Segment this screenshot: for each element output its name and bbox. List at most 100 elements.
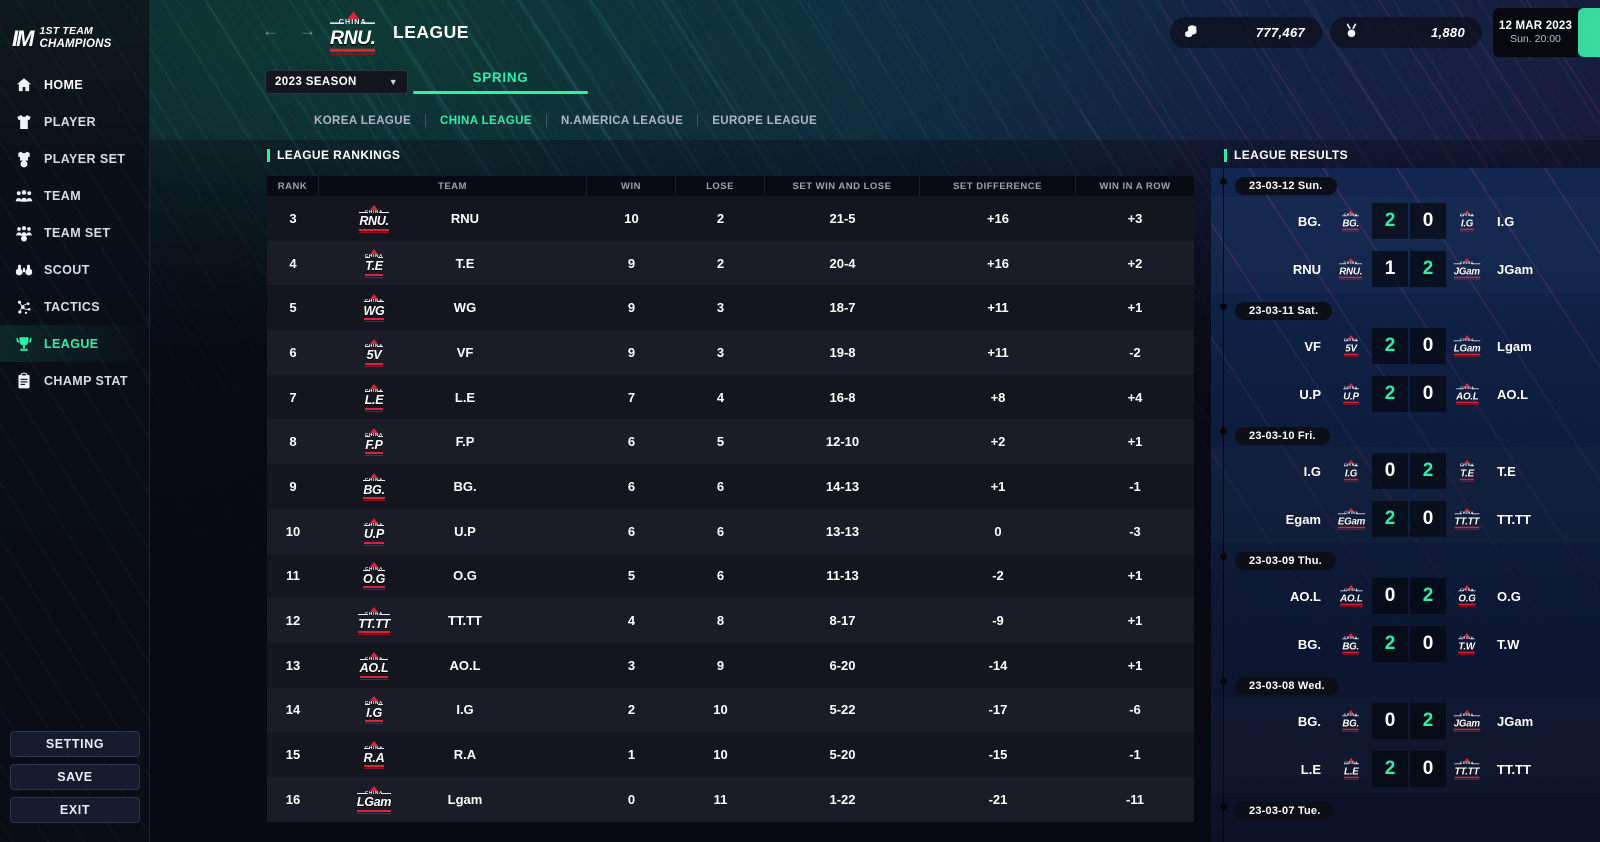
cell-lose: 8 (716, 613, 725, 629)
sidebar-item-tactics[interactable]: TACTICS (0, 288, 149, 325)
tab-n-america-league[interactable]: N.AMERICA LEAGUE (547, 115, 697, 127)
cell-team-name: VF (456, 344, 474, 360)
table-row[interactable]: 7 CHINA L.E L.E 7 4 16-8 +8 +4 (267, 374, 1194, 420)
cell-win: 3 (627, 657, 636, 673)
table-row[interactable]: 10 CHINA U.P U.P 6 6 13-13 0 -3 (267, 508, 1194, 554)
season-select[interactable]: 2023 SEASON ▼ (265, 70, 408, 94)
cell-win-in-a-row: -1 (1129, 478, 1141, 494)
table-row[interactable]: 8 CHINA F.P F.P 6 5 12-10 +2 +1 (267, 419, 1194, 465)
cell-lose: 10 (713, 702, 728, 718)
table-row[interactable]: 13 CHINA AO.L AO.L 3 9 6-20 -14 +1 (267, 642, 1194, 688)
cell-team-name: Lgam (447, 791, 483, 807)
cell-win: 4 (627, 613, 636, 629)
sidebar-item-label: HOME (44, 77, 84, 92)
match-home-name: I.G (1303, 463, 1321, 479)
cell-win-in-a-row: +1 (1127, 300, 1143, 316)
cell-team: CHINA O.G O.G (319, 561, 587, 591)
cell-rank: 11 (286, 568, 300, 584)
logo-team-name: L.E (364, 393, 384, 408)
forward-arrow-icon[interactable]: → (299, 22, 316, 39)
chevron-down-icon: ▼ (388, 77, 398, 87)
match-result-row[interactable]: BG. CHINA BG. 0 2 CHINA JGam JGam (1211, 697, 1600, 745)
cell-win-in-a-row: -6 (1129, 702, 1141, 718)
match-result-row[interactable]: VF CHINA 5V 2 0 CHINA LGam Lgam (1211, 322, 1600, 370)
exit-button[interactable]: EXIT (10, 797, 140, 823)
match-result-row[interactable]: RNU CHINA RNU. 1 2 CHINA JGam JGam (1211, 245, 1600, 293)
table-row[interactable]: 3 CHINA RNU. RNU 10 2 21-5 +16 +3 (267, 196, 1194, 241)
cell-set-difference: +11 (987, 300, 1009, 316)
sidebar-item-league[interactable]: LEAGUE (0, 325, 149, 362)
logo-bar (356, 809, 392, 812)
logo-region-label: CHINA (1458, 588, 1476, 593)
cell-win-in-a-row: +1 (1127, 568, 1143, 584)
team-logo-i-g: CHINA I.G (1459, 210, 1475, 233)
logo-team-name: O.G (1458, 592, 1476, 604)
tab-china-league[interactable]: CHINA LEAGUE (426, 115, 546, 127)
team-logo-l-e: CHINA L.E (1343, 758, 1358, 781)
match-away-score: 0 (1410, 376, 1446, 412)
tab-europe-league[interactable]: EUROPE LEAGUE (698, 115, 831, 127)
sidebar-item-team-set[interactable]: TEAM SET (0, 214, 149, 251)
table-row[interactable]: 6 CHINA 5V VF 9 3 19-8 +11 -2 (267, 330, 1194, 375)
logo-region-label: CHINA (1337, 512, 1365, 516)
logo-bar (364, 452, 384, 455)
back-arrow-icon[interactable]: ← (262, 22, 279, 39)
team-logo-u-p: CHINA U.P (364, 517, 384, 546)
match-result-row[interactable]: AO.L CHINA AO.L 0 2 CHINA O.G O.G (1211, 572, 1600, 620)
logo-bar (364, 407, 384, 410)
match-result-row[interactable]: BG. CHINA BG. 2 0 CHINA T.W T.W (1211, 620, 1600, 668)
currency-money-chip[interactable]: 777,467 (1170, 17, 1322, 48)
sidebar-item-champ-stat[interactable]: CHAMP STAT (0, 362, 149, 399)
match-home-score: 2 (1372, 626, 1408, 662)
table-row[interactable]: 11 CHINA O.G O.G 5 6 11-13 -2 +1 (267, 553, 1194, 599)
match-result-row[interactable]: Egam CHINA EGam 2 0 CHINA TT.TT TT.TT (1211, 495, 1600, 543)
match-away-score: 2 (1410, 578, 1446, 614)
match-result-row[interactable]: BG. CHINA BG. 2 0 CHINA I.G I.G (1211, 197, 1600, 245)
sidebar-item-player[interactable]: PLAYER (0, 103, 149, 140)
currency-token-chip[interactable]: 1,880 (1330, 17, 1482, 48)
sidebar-item-team[interactable]: TEAM (0, 177, 149, 214)
match-result-row[interactable]: L.E CHINA L.E 2 0 CHINA TT.TT TT.TT (1211, 745, 1600, 793)
logo-team-name: I.G (1344, 467, 1358, 479)
exit-label: EXIT (59, 803, 91, 817)
tab-spring[interactable]: SPRING (413, 70, 588, 94)
table-row[interactable]: 14 CHINA I.G I.G 2 10 5-22 -17 -6 (267, 687, 1194, 733)
setting-button[interactable]: SETTING (10, 731, 140, 757)
logo-team-name: AO.L (359, 661, 389, 676)
match-result-row[interactable]: U.P CHINA U.P 2 0 CHINA AO.L AO.L (1211, 370, 1600, 418)
next-play-button[interactable]: NEXT PLAY › (1578, 8, 1600, 57)
cell-set-difference: +2 (990, 434, 1006, 450)
home-icon (14, 75, 33, 94)
logo-bar-2 (1455, 404, 1479, 406)
logo-bar-2 (359, 231, 389, 233)
medal-icon (1343, 22, 1360, 44)
logo-bar-2 (1342, 654, 1360, 656)
logo-region-label: CHINA (1342, 213, 1360, 218)
save-button[interactable]: SAVE (10, 764, 140, 790)
league-results-panel[interactable]: 23-03-12 Sun. BG. CHINA BG. 2 0 CHINA I.G I.G RNU… (1211, 168, 1600, 842)
table-row[interactable]: 4 CHINA T.E T.E 9 2 20-4 +16 +2 (267, 240, 1194, 286)
logo-team-name: EGam (1337, 515, 1365, 527)
table-row[interactable]: 16 CHINA LGam Lgam 0 11 1-22 -21 -11 (267, 776, 1194, 822)
sidebar-item-scout[interactable]: SCOUT (0, 251, 149, 288)
sidebar-item-home[interactable]: HOME (0, 66, 149, 103)
table-row[interactable]: 9 CHINA BG. BG. 6 6 14-13 +1 -1 (267, 464, 1194, 509)
cell-set-difference: -2 (992, 568, 1004, 584)
logo-bar-2 (1453, 731, 1481, 733)
match-home-name: AO.L (1289, 588, 1321, 604)
cell-team: CHINA LGam Lgam (319, 785, 587, 814)
table-row[interactable]: 15 CHINA R.A R.A 1 10 5-20 -15 -1 (267, 732, 1194, 777)
cell-win: 7 (627, 389, 636, 405)
cell-team-name: I.G (456, 702, 474, 718)
tab-korea-league[interactable]: KOREA LEAGUE (300, 115, 425, 127)
logo-team-name: RNU. (1339, 265, 1363, 277)
table-row[interactable]: 5 CHINA WG WG 9 3 18-7 +11 +1 (267, 285, 1194, 331)
match-result-row[interactable]: I.G CHINA I.G 0 2 CHINA T.E T.E (1211, 447, 1600, 495)
team-logo-5v: CHINA 5V (364, 338, 384, 367)
cell-lose: 5 (716, 434, 725, 450)
table-row[interactable]: 12 CHINA TT.TT TT.TT 4 8 8-17 -9 +1 (267, 598, 1194, 643)
sidebar-item-player-set[interactable]: PLAYER SET (0, 140, 149, 177)
logo-bar (330, 48, 376, 52)
logo-team-name: U.P (364, 527, 384, 542)
results-date-chip: 23-03-08 Wed. (1235, 677, 1339, 695)
